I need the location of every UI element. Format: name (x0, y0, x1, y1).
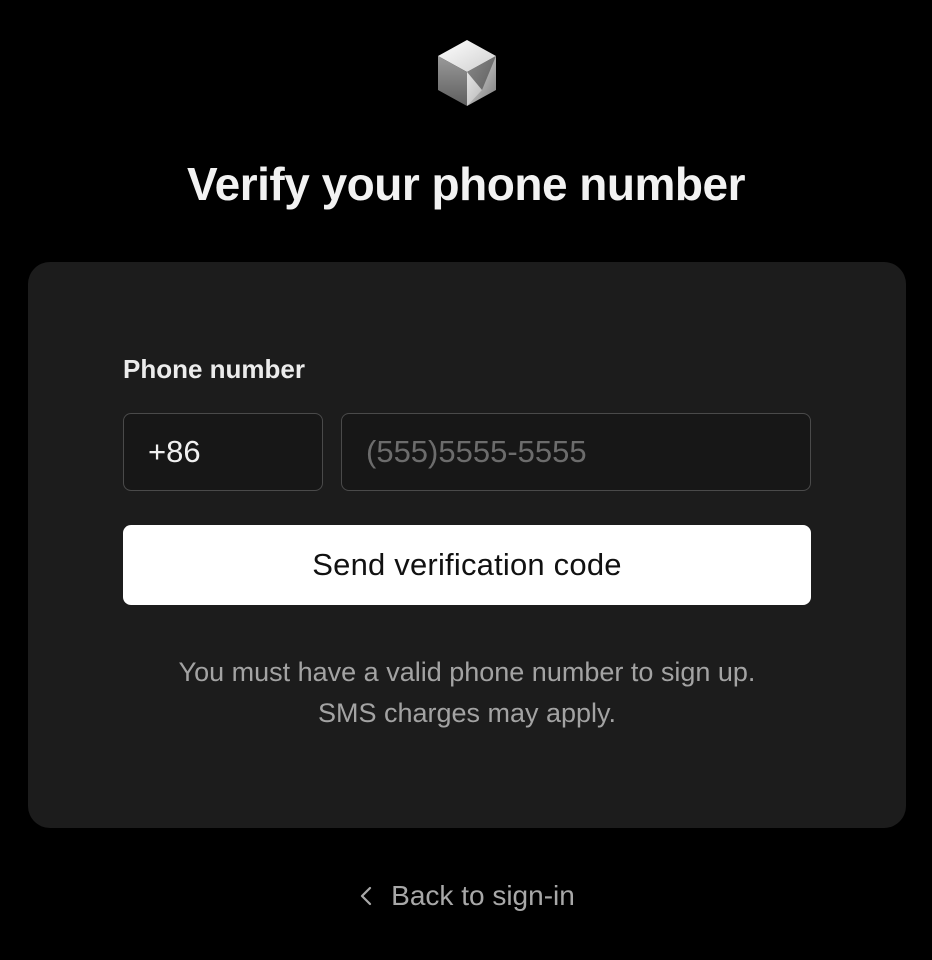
sms-note: You must have a valid phone number to si… (28, 652, 906, 734)
sms-note-line-1: You must have a valid phone number to si… (178, 657, 756, 687)
phone-number-input[interactable] (341, 413, 811, 491)
country-code-value: +86 (148, 434, 201, 469)
country-code-select[interactable]: +86 (123, 413, 323, 491)
back-to-sign-in-link[interactable]: Back to sign-in (0, 876, 932, 916)
send-verification-code-button[interactable]: Send verification code (123, 525, 811, 605)
cube-logo-icon (438, 40, 496, 106)
back-to-sign-in-label: Back to sign-in (391, 880, 575, 911)
sms-note-line-2: SMS charges may apply. (317, 698, 617, 728)
verify-phone-page: Verify your phone number Phone number +8… (0, 0, 932, 960)
chevron-left-icon (361, 886, 372, 906)
phone-form-card: Phone number +86 Send verification code … (28, 262, 906, 828)
page-title: Verify your phone number (187, 158, 746, 210)
phone-number-label: Phone number (123, 354, 306, 384)
